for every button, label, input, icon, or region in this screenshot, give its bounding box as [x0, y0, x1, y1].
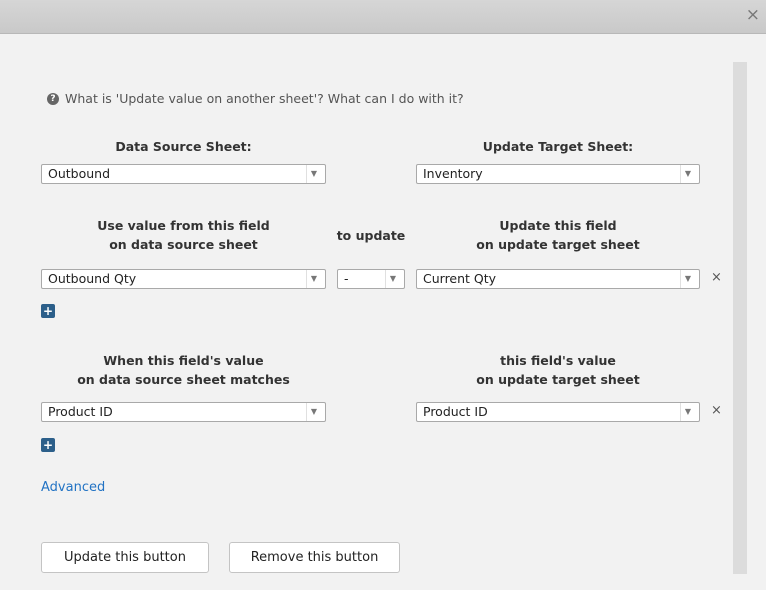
match-source-label: When this field's value on data source s…: [77, 353, 290, 387]
help-link[interactable]: ? What is 'Update value on another sheet…: [47, 91, 464, 106]
operator-value: -: [344, 271, 349, 286]
mapping-source-field-select[interactable]: Outbound Qty ▼: [41, 269, 326, 289]
chevron-down-icon: ▼: [680, 165, 695, 183]
remove-match-icon[interactable]: ×: [711, 403, 722, 418]
operator-select[interactable]: - ▼: [337, 269, 405, 289]
mapping-source-label: Use value from this field on data source…: [97, 218, 270, 252]
mapping-source-field-value: Outbound Qty: [48, 271, 137, 286]
source-sheet-label: Data Source Sheet:: [115, 139, 252, 154]
source-sheet-select[interactable]: Outbound ▼: [41, 164, 326, 184]
mapping-target-field-value: Current Qty: [423, 271, 497, 286]
mapping-target-field-select[interactable]: Current Qty ▼: [416, 269, 700, 289]
match-target-field-value: Product ID: [423, 404, 488, 419]
chevron-down-icon: ▼: [680, 403, 695, 421]
target-sheet-label: Update Target Sheet:: [482, 139, 634, 154]
chevron-down-icon: ▼: [306, 165, 321, 183]
match-target-field-select[interactable]: Product ID ▼: [416, 402, 700, 422]
update-button[interactable]: Update this button: [41, 542, 209, 573]
target-sheet-select[interactable]: Inventory ▼: [416, 164, 700, 184]
source-sheet-value: Outbound: [48, 166, 111, 181]
help-text: What is 'Update value on another sheet'?…: [65, 91, 464, 106]
add-match-button[interactable]: +: [41, 438, 55, 452]
mapping-operator-label: to update: [336, 228, 406, 243]
match-source-field-value: Product ID: [48, 404, 113, 419]
chevron-down-icon: ▼: [385, 270, 400, 288]
mapping-target-label: Update this field on update target sheet: [476, 218, 640, 252]
target-sheet-value: Inventory: [423, 166, 483, 181]
scrollbar[interactable]: [733, 62, 747, 574]
match-source-field-select[interactable]: Product ID ▼: [41, 402, 326, 422]
close-icon[interactable]: ×: [746, 7, 760, 24]
chevron-down-icon: ▼: [306, 403, 321, 421]
match-target-label: this field's value on update target shee…: [476, 353, 640, 387]
question-circle-icon: ?: [47, 92, 59, 105]
chevron-down-icon: ▼: [680, 270, 695, 288]
add-mapping-button[interactable]: +: [41, 304, 55, 318]
dialog-titlebar: ×: [0, 0, 766, 34]
chevron-down-icon: ▼: [306, 270, 321, 288]
remove-button[interactable]: Remove this button: [229, 542, 400, 573]
remove-mapping-icon[interactable]: ×: [711, 270, 722, 285]
advanced-link[interactable]: Advanced: [41, 480, 105, 495]
